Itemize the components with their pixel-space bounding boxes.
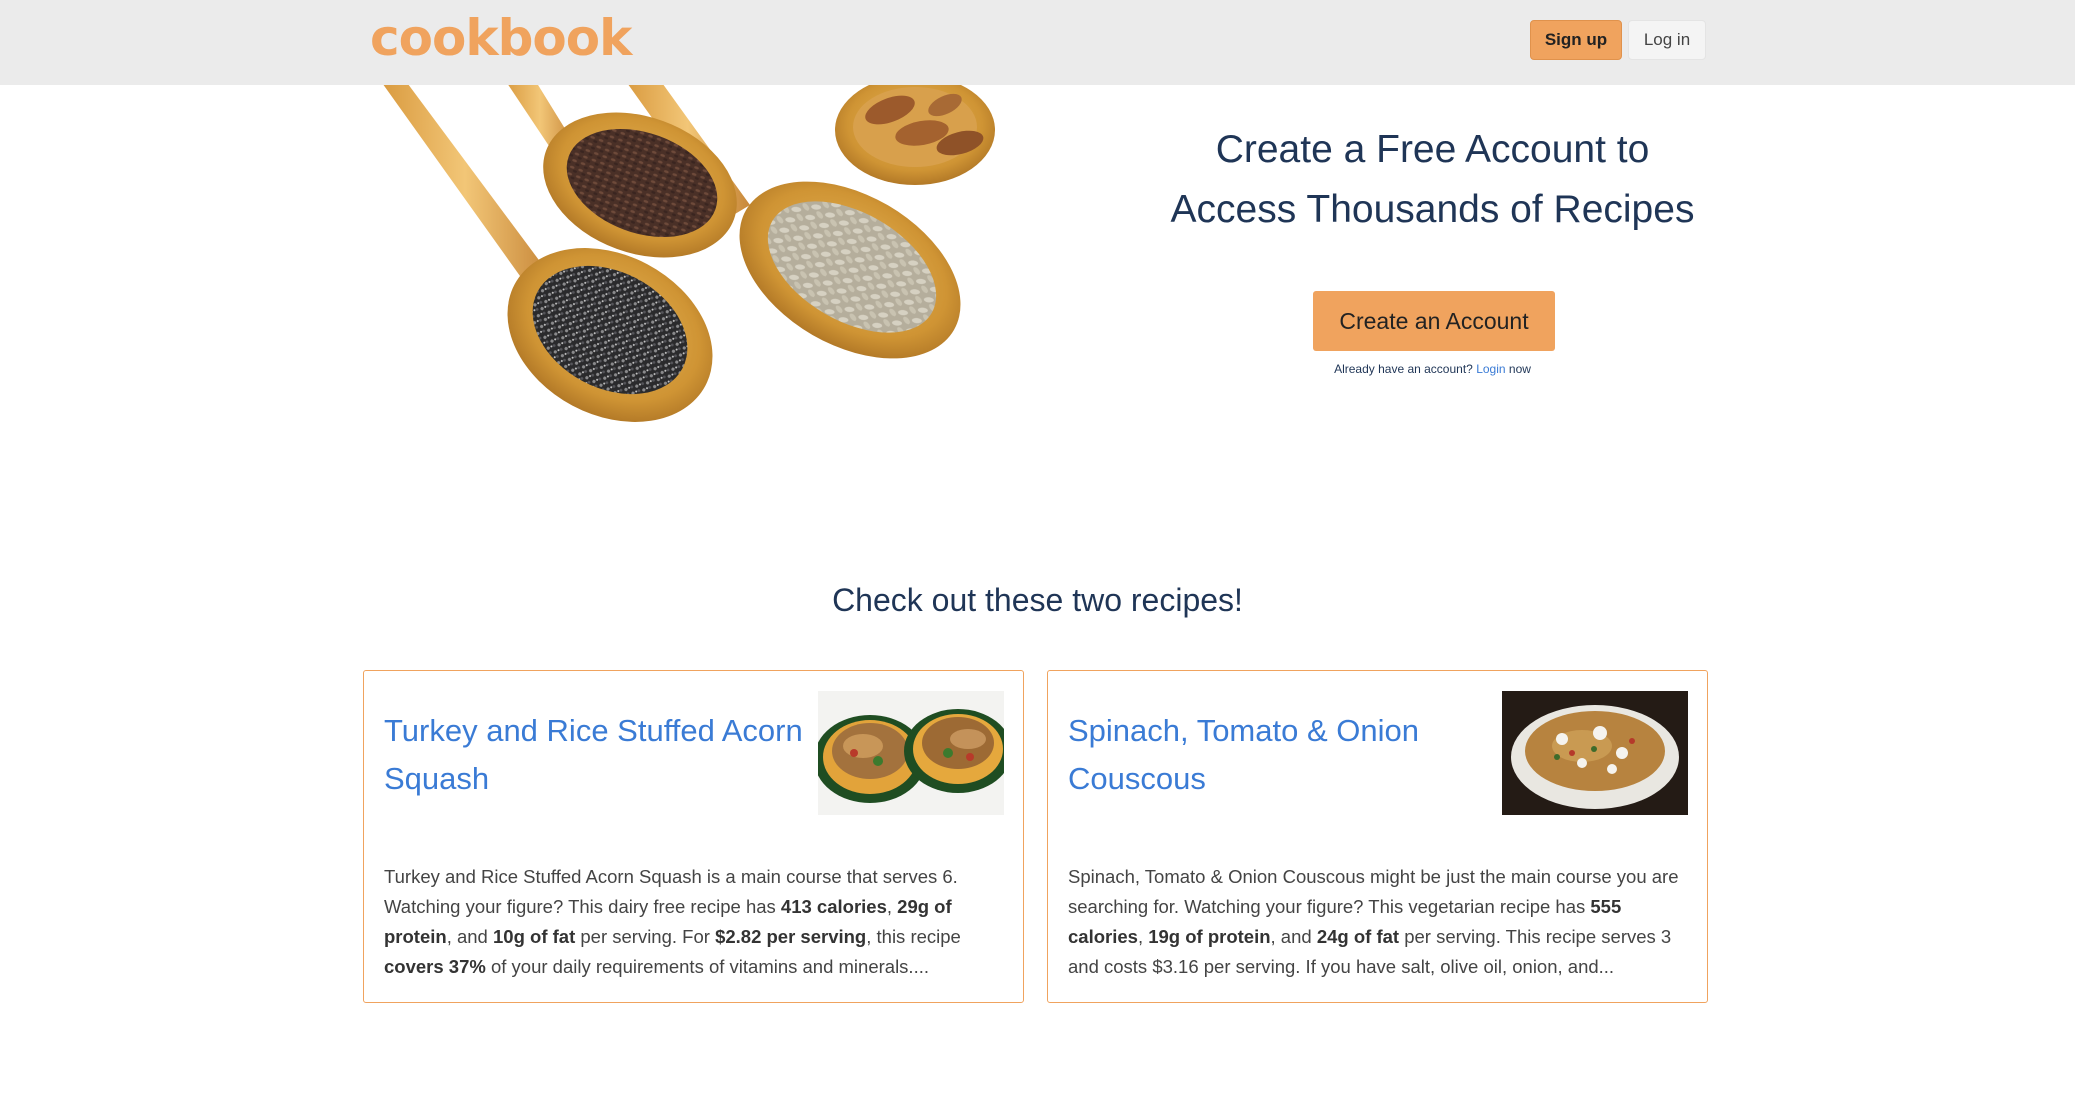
recipe-card-spinach-couscous[interactable]: Spinach, Tomato & Onion Couscous Spinach…: [1047, 670, 1708, 1003]
calories-value: 413 calories: [780, 896, 887, 917]
top-navbar: cookbook Sign up Log in: [0, 0, 2075, 85]
login-button[interactable]: Log in: [1628, 20, 1706, 60]
desc-text: , and: [1270, 926, 1317, 947]
signup-button[interactable]: Sign up: [1530, 20, 1622, 60]
recipe-title[interactable]: Spinach, Tomato & Onion Couscous: [1068, 707, 1488, 803]
recipe-description: Turkey and Rice Stuffed Acorn Squash is …: [384, 862, 1009, 982]
desc-text: of your daily requirements of vitamins a…: [485, 956, 929, 977]
price-value: $2.82 per serving: [715, 926, 867, 947]
create-account-button[interactable]: Create an Account: [1313, 291, 1555, 351]
stuffed-acorn-squash-photo[interactable]: [818, 691, 1004, 815]
already-have-account-text: Already have an account? Login now: [1140, 362, 1725, 376]
already-suffix: now: [1508, 362, 1531, 376]
recipe-title[interactable]: Turkey and Rice Stuffed Acorn Squash: [384, 707, 804, 803]
recipe-card-turkey-squash[interactable]: Turkey and Rice Stuffed Acorn Squash Tur…: [363, 670, 1024, 1003]
login-link[interactable]: Login: [1476, 362, 1505, 376]
desc-text: ,: [1137, 926, 1149, 947]
wooden-spoons-with-seeds-image: [383, 85, 995, 422]
desc-text: , and: [446, 926, 493, 947]
recipes-section-title: Check out these two recipes!: [832, 582, 1243, 618]
desc-text: , this recipe: [866, 926, 961, 947]
already-prefix: Already have an account?: [1334, 362, 1473, 376]
hero-title: Create a Free Account to Access Thousand…: [1140, 120, 1725, 240]
protein-value: 19g of protein: [1148, 926, 1271, 947]
fat-value: 10g of fat: [493, 926, 576, 947]
desc-text: per serving. For: [575, 926, 716, 947]
hero-title-line2: Access Thousands of Recipes: [1170, 188, 1695, 231]
coverage-value: covers 37%: [384, 956, 486, 977]
hero-title-line1: Create a Free Account to: [1215, 128, 1650, 171]
fat-value: 24g of fat: [1316, 926, 1400, 947]
couscous-bowl-photo[interactable]: [1502, 691, 1688, 815]
recipe-description: Spinach, Tomato & Onion Couscous might b…: [1068, 862, 1693, 982]
desc-text: Spinach, Tomato & Onion Couscous might b…: [1068, 866, 1679, 917]
desc-text: ,: [886, 896, 898, 917]
cookbook-logo[interactable]: cookbook: [370, 8, 632, 68]
